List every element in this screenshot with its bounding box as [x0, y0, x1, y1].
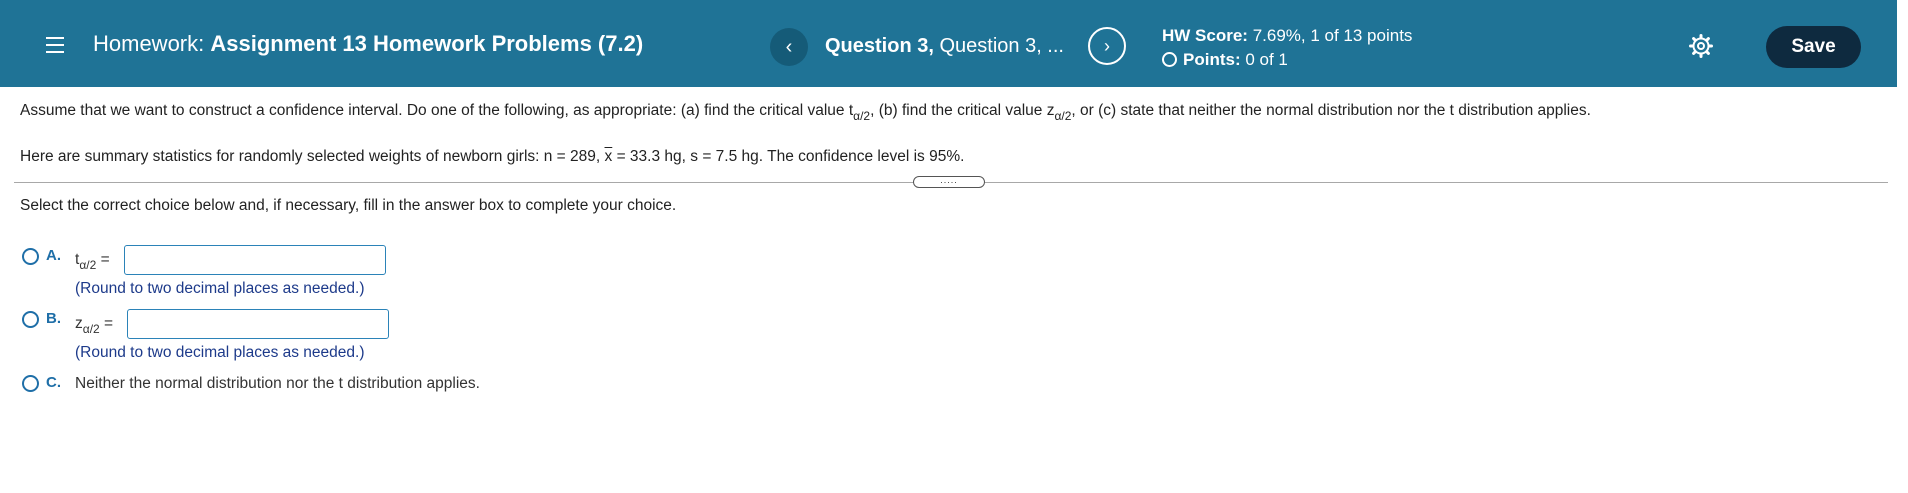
gear-icon[interactable]	[1689, 34, 1713, 58]
z-symbol: z	[75, 315, 83, 332]
summary-statistics: Here are summary statistics for randomly…	[20, 148, 964, 166]
option-b-hint: (Round to two decimal places as needed.)	[75, 344, 365, 361]
option-b-subscript: α/2	[82, 322, 100, 336]
question-number: Question 3,	[825, 35, 934, 57]
top-bar: Homework: Assignment 13 Homework Problem…	[0, 0, 1897, 87]
option-a-equals: =	[96, 251, 110, 268]
option-a-letter: A.	[46, 247, 61, 264]
assignment-name: Assignment 13 Homework Problems (7.2)	[210, 31, 644, 56]
prompt-part-b: , (b) find the critical value z	[870, 102, 1055, 119]
prompt-part-a: Assume that we want to construct a confi…	[20, 102, 854, 119]
stats-part-a: Here are summary statistics for randomly…	[20, 148, 605, 165]
option-b-answer-box[interactable]	[127, 309, 389, 339]
menu-icon[interactable]	[46, 37, 64, 53]
option-a-subscript: α/2	[79, 258, 97, 272]
points-label: Points:	[1183, 50, 1241, 69]
option-a-answer-box[interactable]	[124, 245, 386, 275]
option-a-label: tα/2 =	[75, 251, 110, 272]
hw-score-value: 7.69%, 1 of 13 points	[1247, 26, 1413, 45]
save-button[interactable]: Save	[1766, 26, 1861, 68]
z-subscript: α/2	[1054, 109, 1072, 123]
homework-title-prefix: Homework:	[93, 31, 205, 56]
option-b-equals: =	[99, 315, 114, 332]
stats-part-b: = 33.3 hg, s = 7.5 hg. The confidence le…	[612, 148, 965, 165]
prompt-part-c: , or (c) state that neither the normal d…	[1071, 102, 1591, 119]
previous-question-button[interactable]: ‹	[770, 28, 808, 66]
option-b-letter: B.	[46, 310, 61, 327]
t-subscript: α/2	[853, 109, 871, 123]
resize-handle[interactable]: .....	[913, 176, 985, 188]
score-panel: HW Score: 7.69%, 1 of 13 points Points: …	[1162, 24, 1412, 72]
chevron-left-icon: ‹	[785, 35, 793, 58]
option-c-letter: C.	[46, 374, 61, 391]
option-a-radio[interactable]	[22, 248, 39, 265]
option-c-radio[interactable]	[22, 375, 39, 392]
points-status-icon	[1162, 52, 1177, 67]
option-b-label: zα/2 =	[75, 315, 113, 336]
instruction-text: Select the correct choice below and, if …	[20, 197, 677, 214]
next-question-button[interactable]: ›	[1088, 27, 1126, 65]
question-selector[interactable]: Question 3, Question 3, ...	[825, 35, 1064, 58]
points: Points: 0 of 1	[1162, 48, 1412, 72]
option-a-hint: (Round to two decimal places as needed.)	[75, 280, 365, 297]
option-c-text: Neither the normal distribution nor the …	[75, 375, 480, 392]
hw-score-label: HW Score:	[1162, 26, 1248, 45]
question-prompt: Assume that we want to construct a confi…	[20, 102, 1591, 123]
question-title: Question 3, ...	[933, 35, 1064, 57]
chevron-right-icon: ›	[1104, 35, 1110, 56]
homework-title: Homework: Assignment 13 Homework Problem…	[93, 31, 643, 57]
points-value: 0 of 1	[1240, 50, 1288, 69]
hw-score: HW Score: 7.69%, 1 of 13 points	[1162, 24, 1412, 48]
option-b-radio[interactable]	[22, 311, 39, 328]
